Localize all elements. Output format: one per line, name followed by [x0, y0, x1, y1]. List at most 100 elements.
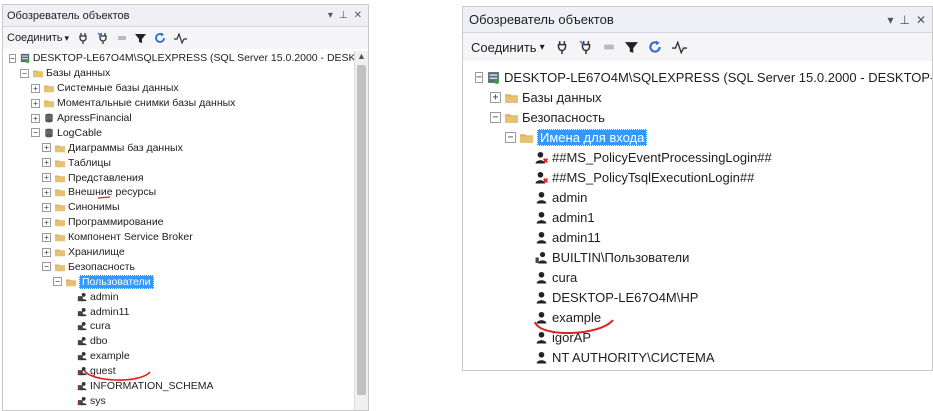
- tree-node[interactable]: + Диаграммы баз данных: [3, 140, 368, 155]
- tree-node-label: Синонимы: [68, 201, 120, 214]
- connect-button[interactable]: Соединить ▾: [471, 40, 545, 55]
- tree-node-label: Таблицы: [68, 156, 111, 169]
- folder-icon: [55, 232, 65, 242]
- tree-node[interactable]: + ApressFinancial: [3, 111, 368, 126]
- tree-node[interactable]: + Внешние ресурсы: [3, 185, 368, 200]
- tree-node[interactable]: + Таблицы: [3, 155, 368, 170]
- window-position-icon[interactable]: ▾: [887, 13, 893, 27]
- collapse-icon[interactable]: −: [42, 262, 51, 272]
- db-user-icon: [77, 396, 87, 406]
- vertical-scrollbar[interactable]: ▲: [354, 51, 368, 410]
- tree-node[interactable]: admin: [3, 289, 368, 304]
- stop-icon[interactable]: [603, 41, 615, 53]
- tree-node[interactable]: admin1: [463, 207, 932, 227]
- activity-monitor-icon[interactable]: [174, 32, 188, 44]
- folder-icon: [55, 143, 65, 153]
- tree-node[interactable]: BUILTIN\Пользователи: [463, 247, 932, 267]
- tree-node[interactable]: admin: [463, 187, 932, 207]
- folder-icon: [44, 83, 54, 93]
- expand-icon[interactable]: +: [42, 217, 51, 227]
- collapse-icon[interactable]: −: [490, 111, 501, 123]
- collapse-icon[interactable]: −: [20, 68, 29, 78]
- folder-icon: [55, 217, 65, 227]
- tree-node[interactable]: − DESKTOP-LE67O4M\SQLEXPRESS (SQL Server …: [3, 51, 368, 66]
- tree-node-label: admin11: [90, 305, 130, 318]
- tree-node-label: Хранилище: [68, 246, 125, 259]
- expand-icon[interactable]: +: [42, 202, 51, 212]
- tree-node[interactable]: + Представления: [3, 170, 368, 185]
- pin-icon[interactable]: ⊥: [339, 10, 348, 21]
- tree-node[interactable]: sys: [3, 393, 368, 408]
- tree-node-label: example: [552, 309, 602, 325]
- stop-icon[interactable]: [117, 33, 127, 43]
- tree-node[interactable]: admin11: [463, 227, 932, 247]
- expand-icon[interactable]: +: [42, 247, 51, 257]
- tree-node[interactable]: − Базы данных: [3, 66, 368, 81]
- tree-node[interactable]: cura: [3, 319, 368, 334]
- close-icon[interactable]: ✕: [916, 13, 926, 27]
- expand-icon[interactable]: +: [31, 98, 40, 108]
- tree-node-label: Моментальные снимки базы данных: [57, 97, 236, 110]
- tree-node[interactable]: + Компонент Service Broker: [3, 230, 368, 245]
- tree-node[interactable]: + Системные базы данных: [3, 81, 368, 96]
- tree-node-label: Базы данных: [46, 67, 111, 80]
- activity-monitor-icon[interactable]: [671, 40, 687, 54]
- tree-node-label: ApressFinancial: [57, 112, 132, 124]
- tree-node-label: igorAP: [552, 329, 592, 345]
- filter-icon[interactable]: [624, 41, 638, 54]
- expand-icon[interactable]: +: [42, 173, 51, 183]
- collapse-icon[interactable]: −: [31, 128, 40, 138]
- collapse-icon[interactable]: −: [53, 277, 62, 287]
- tree-node[interactable]: + Моментальные снимки базы данных: [3, 96, 368, 111]
- expand-icon[interactable]: +: [42, 187, 51, 197]
- plug-icon[interactable]: [555, 40, 569, 54]
- tree-node[interactable]: − Безопасность: [463, 107, 932, 127]
- tree-node[interactable]: ##MS_PolicyEventProcessingLogin##: [463, 147, 932, 167]
- tree-node[interactable]: admin11: [3, 304, 368, 319]
- collapse-icon[interactable]: −: [505, 131, 516, 143]
- server-icon: [487, 71, 500, 84]
- login-icon: [535, 351, 548, 364]
- tree-node-label: DESKTOP-LE67O4M\SQLEXPRESS (SQL Server 1…: [504, 69, 933, 85]
- scroll-up-icon[interactable]: ▲: [357, 51, 366, 61]
- tree-node[interactable]: + Хранилище: [3, 245, 368, 260]
- tree-node[interactable]: INFORMATION_SCHEMA: [3, 379, 368, 394]
- expand-icon[interactable]: +: [31, 113, 40, 123]
- tree-node[interactable]: ##MS_PolicyTsqlExecutionLogin##: [463, 167, 932, 187]
- disconnect-icon[interactable]: [579, 40, 593, 54]
- tree-node[interactable]: + Программирование: [3, 215, 368, 230]
- disconnect-icon[interactable]: [97, 32, 109, 44]
- tree-node[interactable]: example: [463, 307, 932, 327]
- collapse-icon[interactable]: −: [475, 71, 484, 83]
- expand-icon[interactable]: +: [42, 143, 51, 153]
- connect-button[interactable]: Соединить ▾: [7, 32, 69, 44]
- tree-node[interactable]: cura: [463, 267, 932, 287]
- collapse-icon[interactable]: −: [9, 53, 16, 63]
- expand-icon[interactable]: +: [490, 91, 501, 103]
- tree-node[interactable]: − DESKTOP-LE67O4M\SQLEXPRESS (SQL Server …: [463, 67, 932, 87]
- tree-node[interactable]: dbo: [3, 334, 368, 349]
- tree-node[interactable]: guest: [3, 364, 368, 379]
- tree-node[interactable]: example: [3, 349, 368, 364]
- tree-node[interactable]: − Имена для входа: [463, 127, 932, 147]
- tree-node[interactable]: + Синонимы: [3, 200, 368, 215]
- tree-node[interactable]: DESKTOP-LE67O4M\HP: [463, 287, 932, 307]
- connect-label: Соединить: [471, 39, 537, 55]
- expand-icon[interactable]: +: [42, 158, 51, 168]
- expand-icon[interactable]: +: [31, 83, 40, 93]
- close-icon[interactable]: ✕: [354, 10, 362, 21]
- plug-icon[interactable]: [77, 32, 89, 44]
- tree-node[interactable]: igorAP: [463, 327, 932, 347]
- pin-icon[interactable]: ⊥: [899, 13, 909, 27]
- tree-node[interactable]: − Пользователи: [3, 274, 368, 289]
- expand-icon[interactable]: +: [42, 232, 51, 242]
- refresh-icon[interactable]: [154, 32, 166, 44]
- window-position-icon[interactable]: ▾: [328, 10, 333, 21]
- scrollbar-thumb[interactable]: [357, 65, 366, 395]
- refresh-icon[interactable]: [648, 40, 662, 54]
- tree-node[interactable]: + Базы данных: [463, 87, 932, 107]
- tree-node[interactable]: − Безопасность: [3, 259, 368, 274]
- filter-icon[interactable]: [135, 33, 147, 44]
- tree-node[interactable]: − LogCable: [3, 125, 368, 140]
- tree-node[interactable]: NT AUTHORITY\СИСТЕМА: [463, 347, 932, 367]
